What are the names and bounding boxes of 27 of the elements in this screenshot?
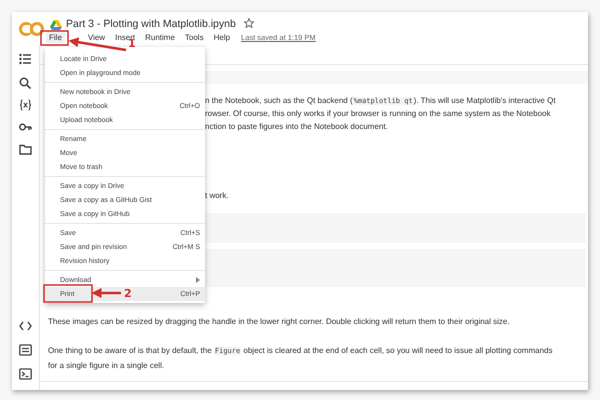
text-line: nction to paste figures into the Notebook document. <box>205 121 388 133</box>
search-icon[interactable] <box>19 77 32 89</box>
highlight-box <box>40 30 69 46</box>
text-line: rowser. Of course, this only works if your browser is running on the same system as the Notebook <box>205 108 550 120</box>
key-icon[interactable] <box>19 121 32 133</box>
menu-item[interactable]: Runtime <box>142 32 178 43</box>
variables-icon[interactable] <box>19 99 32 111</box>
notes-icon[interactable] <box>19 344 32 356</box>
menu-item[interactable]: File <box>46 32 65 43</box>
drive-icon <box>50 20 62 30</box>
highlight-box <box>43 284 93 303</box>
colab-logo-icon <box>18 20 44 36</box>
code-icon[interactable] <box>19 320 32 332</box>
star-icon[interactable] <box>244 18 254 28</box>
terminal-icon[interactable] <box>19 368 32 380</box>
table-of-contents-icon[interactable] <box>19 53 32 65</box>
notebook-title[interactable]: Part 3 - Plotting with Matplotlib.ipynb <box>66 18 236 30</box>
folder-icon[interactable] <box>19 143 32 155</box>
menu-item[interactable]: View <box>84 32 108 43</box>
menu-item[interactable]: Help <box>210 32 234 43</box>
menu-item[interactable]: Tools <box>182 32 207 43</box>
step-number: 2 <box>124 287 132 300</box>
code-cell[interactable] <box>205 249 586 287</box>
text-line: t work. <box>205 190 229 202</box>
code-cell[interactable] <box>205 213 586 243</box>
paragraph: These images can be resized by dragging the handle in the lower right corner. Double clicking will return them to their original size. <box>48 316 511 328</box>
arrow <box>92 288 121 298</box>
